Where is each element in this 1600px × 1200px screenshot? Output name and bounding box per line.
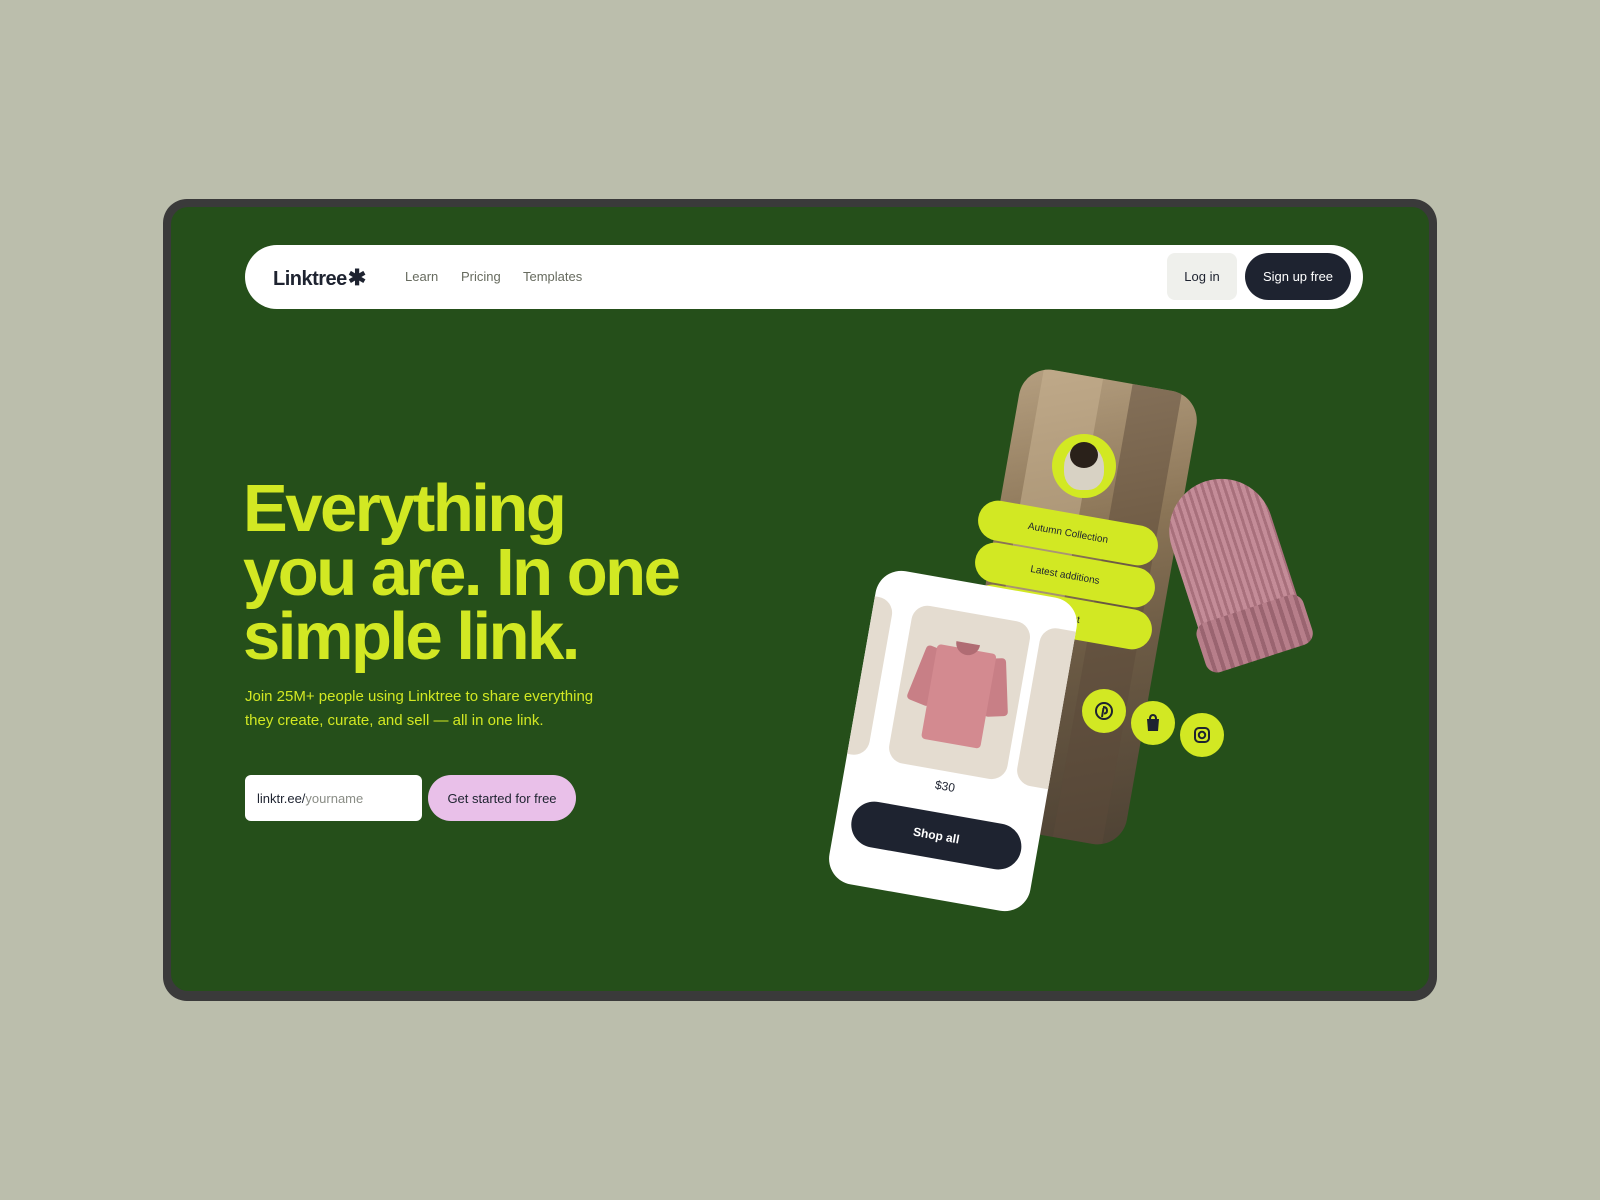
screen: Linktree✱ Learn Pricing Templates Log in… (171, 207, 1429, 991)
url-prefix: linktr.ee/ (257, 790, 306, 806)
device-frame: Linktree✱ Learn Pricing Templates Log in… (163, 199, 1437, 1001)
instagram-icon[interactable] (1180, 713, 1224, 757)
product-tile[interactable] (824, 578, 895, 758)
login-button[interactable]: Log in (1167, 253, 1237, 300)
beanie-cuff (1193, 591, 1316, 676)
avatar (1052, 434, 1116, 498)
signup-button[interactable]: Sign up free (1245, 253, 1351, 300)
logo-star-icon: ✱ (347, 265, 366, 290)
subtitle-line-2: they create, curate, and sell — all in o… (245, 712, 544, 729)
hero-subtitle: Join 25M+ people using Linktree to share… (245, 685, 655, 733)
logo-text: Linktree (273, 268, 347, 290)
logo[interactable]: Linktree✱ (273, 265, 366, 291)
avatar-hair (1070, 442, 1098, 468)
headline-line-3: simple link. (243, 599, 580, 674)
username-input[interactable]: linktr.ee/yourname (245, 775, 422, 821)
nav-link-pricing[interactable]: Pricing (461, 269, 501, 284)
hero-headline: Everything you are. In one simple link. (243, 475, 763, 670)
get-started-button[interactable]: Get started for free (428, 775, 576, 821)
subtitle-line-1: Join 25M+ people using Linktree to share… (245, 688, 594, 705)
pinterest-icon[interactable] (1082, 689, 1126, 733)
navbar: Linktree✱ Learn Pricing Templates Log in… (245, 245, 1363, 309)
nav-link-learn[interactable]: Learn (405, 269, 438, 284)
nav-link-templates[interactable]: Templates (523, 269, 582, 284)
shopify-icon[interactable] (1131, 701, 1175, 745)
product-tile[interactable] (886, 603, 1033, 782)
shop-card: $30 Shop all (824, 566, 1082, 916)
shop-all-button[interactable]: Shop all (847, 797, 1026, 874)
url-placeholder: yourname (305, 790, 364, 806)
